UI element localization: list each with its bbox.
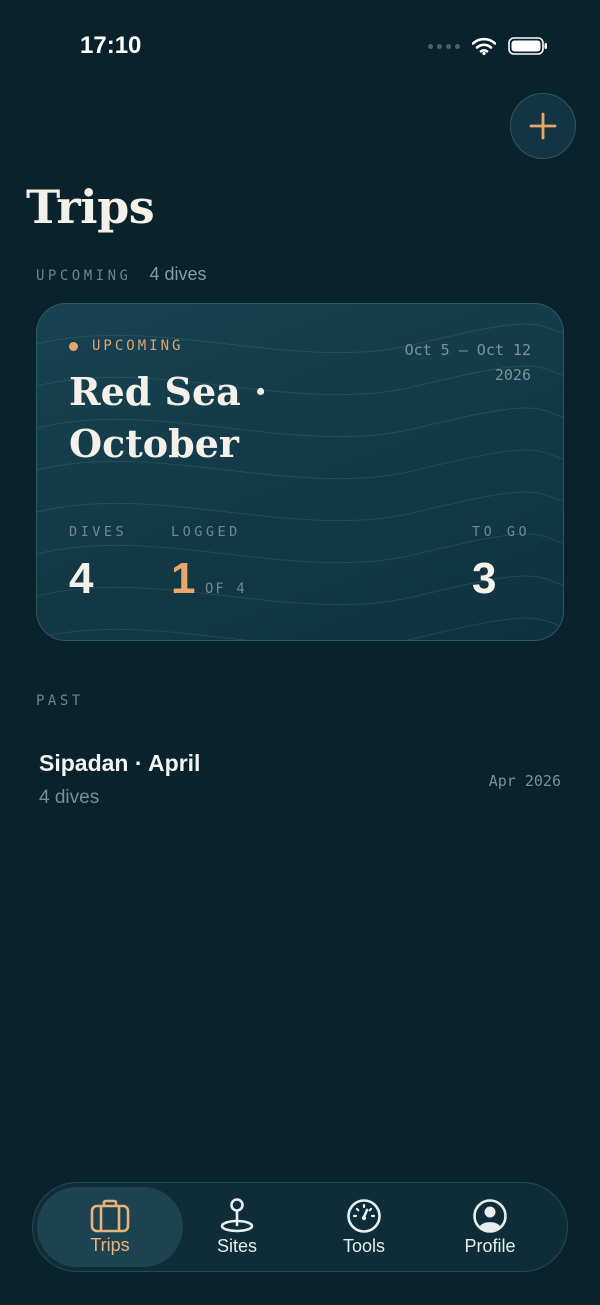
suitcase-icon (90, 1199, 130, 1232)
past-section-header: PAST (36, 690, 84, 709)
trip-status-label: UPCOMING (92, 338, 184, 354)
battery-icon (508, 37, 547, 55)
to-go-stat-value: 3 (472, 554, 497, 603)
past-trip-title: Sipadan · April (39, 750, 201, 776)
logged-stat-label: LOGGED (171, 524, 241, 540)
profile-icon (473, 1198, 507, 1233)
tab-sites[interactable]: Sites (164, 1187, 310, 1267)
logged-stat-value: 1 (171, 554, 196, 603)
status-time: 17:10 (80, 32, 142, 59)
cellular-signal-icon (428, 43, 460, 49)
upcoming-section-header: UPCOMING 4 dives (36, 264, 206, 285)
past-trip-dive-count: 4 dives (39, 787, 100, 808)
past-trip-date: Apr 2026 (488, 772, 561, 790)
tab-tools-label: Tools (342, 1235, 386, 1256)
tab-tools[interactable]: Tools (291, 1187, 437, 1267)
upcoming-dive-count: 4 dives (149, 264, 207, 284)
status-dot (69, 341, 78, 351)
tab-profile-label: Profile (464, 1235, 516, 1256)
trip-dates: Oct 5 — Oct 12 2026 (405, 338, 531, 388)
past-trip-item[interactable]: Sipadan · April 4 dives Apr 2026 (39, 750, 563, 814)
status-bar: 17:10 (0, 0, 600, 96)
plus-icon (529, 112, 557, 140)
map-pin-icon (220, 1197, 254, 1232)
logged-stat-total: OF 4 (205, 581, 247, 597)
status-icons (428, 36, 548, 56)
tab-trips-label: Trips (90, 1234, 130, 1255)
dives-stat-value: 4 (69, 554, 94, 603)
upcoming-trip-card[interactable]: UPCOMING Oct 5 — Oct 12 2026 Red Sea · O… (36, 303, 564, 641)
tab-trips[interactable]: Trips (37, 1187, 183, 1267)
tab-sites-label: Sites (216, 1235, 258, 1256)
upcoming-section-label: UPCOMING (36, 268, 132, 284)
trip-status-badge: UPCOMING (69, 338, 183, 354)
trip-date-range: Oct 5 — Oct 12 (404, 341, 531, 359)
add-trip-button[interactable] (510, 93, 576, 159)
trip-year: 2026 (494, 366, 531, 384)
gauge-icon (347, 1198, 381, 1233)
dives-stat-label: DIVES (69, 524, 128, 540)
tab-profile[interactable]: Profile (417, 1187, 563, 1267)
page-title: Trips (26, 180, 155, 234)
trip-title: Red Sea · October (69, 369, 268, 466)
wifi-icon (472, 37, 496, 55)
tab-bar: Trips Sites Tools Profile (32, 1182, 568, 1272)
past-section-label: PAST (36, 693, 84, 709)
to-go-stat-label: TO GO (472, 524, 531, 540)
